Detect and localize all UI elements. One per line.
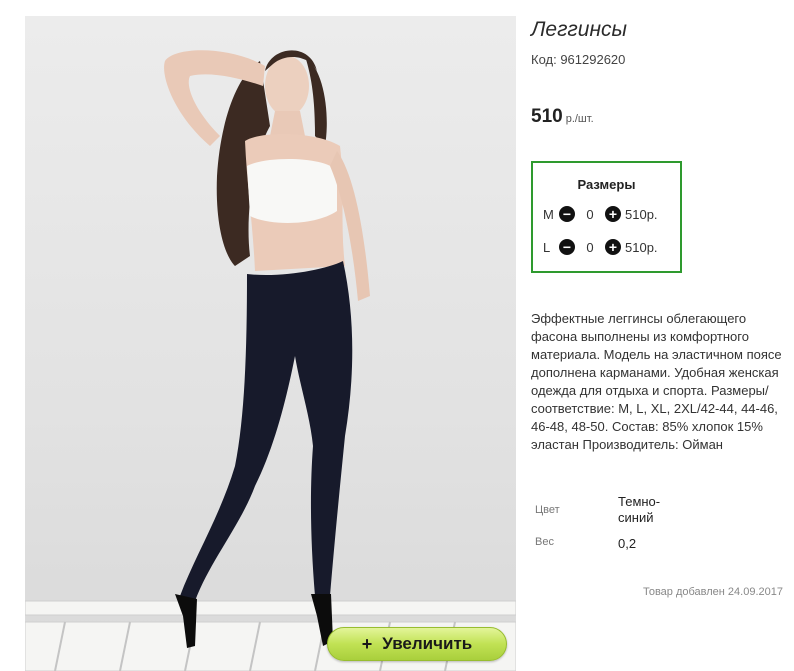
product-code: Код: 961292620 xyxy=(531,52,626,67)
minus-icon[interactable]: − xyxy=(559,239,575,255)
size-label: M xyxy=(543,206,554,222)
sizes-panel: Размеры M − 0 + 510р. L − 0 + 510р. xyxy=(531,161,682,273)
price-unit: р./шт. xyxy=(565,113,594,125)
size-label: L xyxy=(543,239,551,255)
minus-icon[interactable]: − xyxy=(559,206,575,222)
plus-icon[interactable]: + xyxy=(605,239,621,255)
property-label-weight: Вес xyxy=(535,536,554,548)
product-photo[interactable] xyxy=(25,16,516,671)
size-quantity: 0 xyxy=(586,206,594,222)
property-value-color: Темно-синий xyxy=(618,494,661,525)
added-date: Товар добавлен 24.09.2017 xyxy=(642,586,783,598)
product-title: Леггинсы xyxy=(531,18,627,41)
size-quantity: 0 xyxy=(586,239,594,255)
size-row-l: L − 0 + 510р. xyxy=(543,237,658,257)
price-value: 510 xyxy=(531,106,563,127)
sizes-title: Размеры xyxy=(577,177,636,192)
zoom-button[interactable]: + Увеличить xyxy=(327,627,507,661)
size-price: 510р. xyxy=(625,239,658,255)
zoom-button-label: Увеличить xyxy=(382,634,473,653)
size-price: 510р. xyxy=(625,206,658,222)
plus-icon[interactable]: + xyxy=(605,206,621,222)
product-price: 510 р./шт. xyxy=(531,106,594,128)
product-description: Эффектные леггинсы облегающего фасона вы… xyxy=(531,311,782,452)
property-label-color: Цвет xyxy=(535,504,560,516)
size-row-m: M − 0 + 510р. xyxy=(543,204,658,224)
product-photo-illustration xyxy=(25,50,516,671)
property-value-weight: 0,2 xyxy=(618,536,637,551)
plus-icon: + xyxy=(361,633,373,654)
